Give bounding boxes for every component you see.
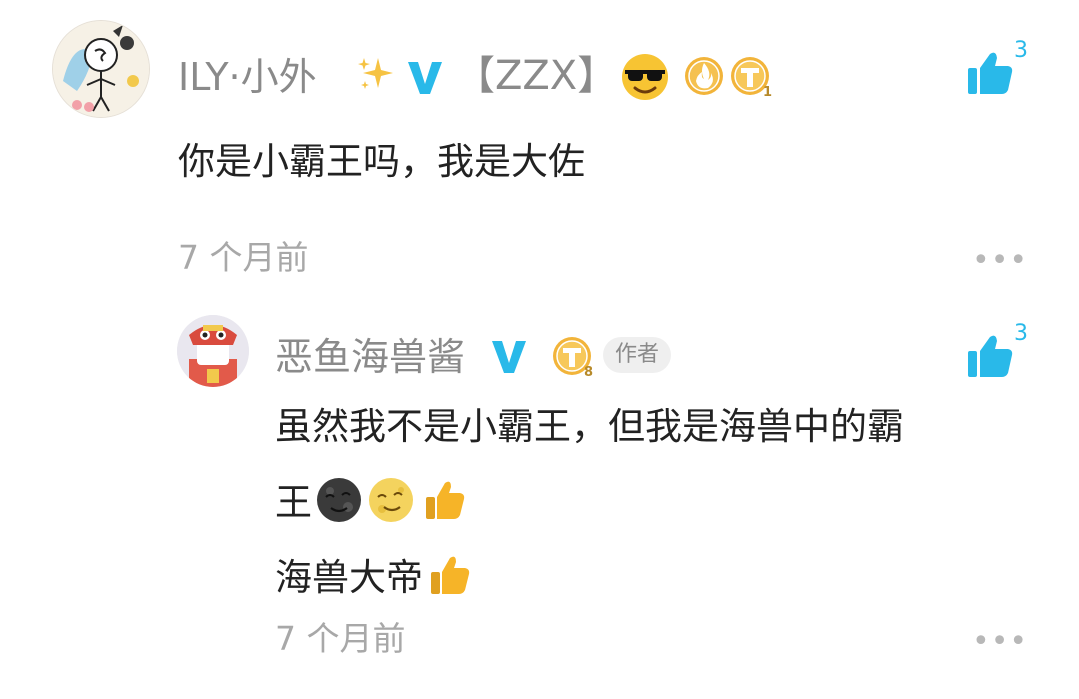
more-icon[interactable]: ••• — [972, 627, 1028, 657]
timestamp: 7 个月前 — [178, 238, 309, 277]
avatar[interactable] — [52, 20, 150, 118]
username[interactable]: 恶鱼海兽酱 — [275, 338, 465, 376]
svg-text:1: 1 — [763, 85, 772, 98]
like-count: 3 — [1014, 321, 1028, 346]
t-coin-icon: 1 — [730, 56, 774, 100]
username[interactable]: ILY·小外 — [178, 58, 317, 96]
user-tag: 【ZZX】 — [455, 53, 618, 99]
moon-face-emoji-icon — [368, 477, 414, 527]
author-badge: 作者 — [603, 337, 672, 373]
timestamp: 7 个月前 — [275, 619, 406, 658]
flame-medal-icon — [684, 56, 724, 96]
thumbs-up-emoji-icon — [420, 477, 466, 527]
v-verified-icon — [488, 335, 530, 377]
reply-text-line-1: 虽然我不是小霸王，但我是海兽中的霸 — [275, 405, 904, 448]
thumbs-up-icon[interactable] — [966, 50, 1014, 96]
reply-text-segment: 王 — [275, 480, 312, 524]
thumbs-up-emoji-icon — [425, 552, 471, 602]
svg-text:8: 8 — [584, 365, 593, 378]
reply-text-segment: 海兽大帝 — [275, 555, 423, 599]
more-icon[interactable]: ••• — [972, 246, 1028, 276]
t-coin-icon: 8 — [552, 336, 596, 380]
sparkles-icon — [356, 54, 396, 94]
sunglasses-emoji-icon — [620, 52, 670, 102]
v-verified-icon — [404, 56, 446, 98]
dark-moon-face-emoji-icon — [316, 477, 362, 527]
comment-text: 你是小霸王吗，我是大佐 — [178, 140, 585, 183]
reply-text-line-2: 王 — [275, 478, 466, 526]
thumbs-up-icon[interactable] — [966, 333, 1014, 379]
avatar[interactable] — [177, 315, 249, 387]
reply-text-line-3: 海兽大帝 — [275, 553, 471, 601]
like-count: 3 — [1014, 38, 1028, 63]
